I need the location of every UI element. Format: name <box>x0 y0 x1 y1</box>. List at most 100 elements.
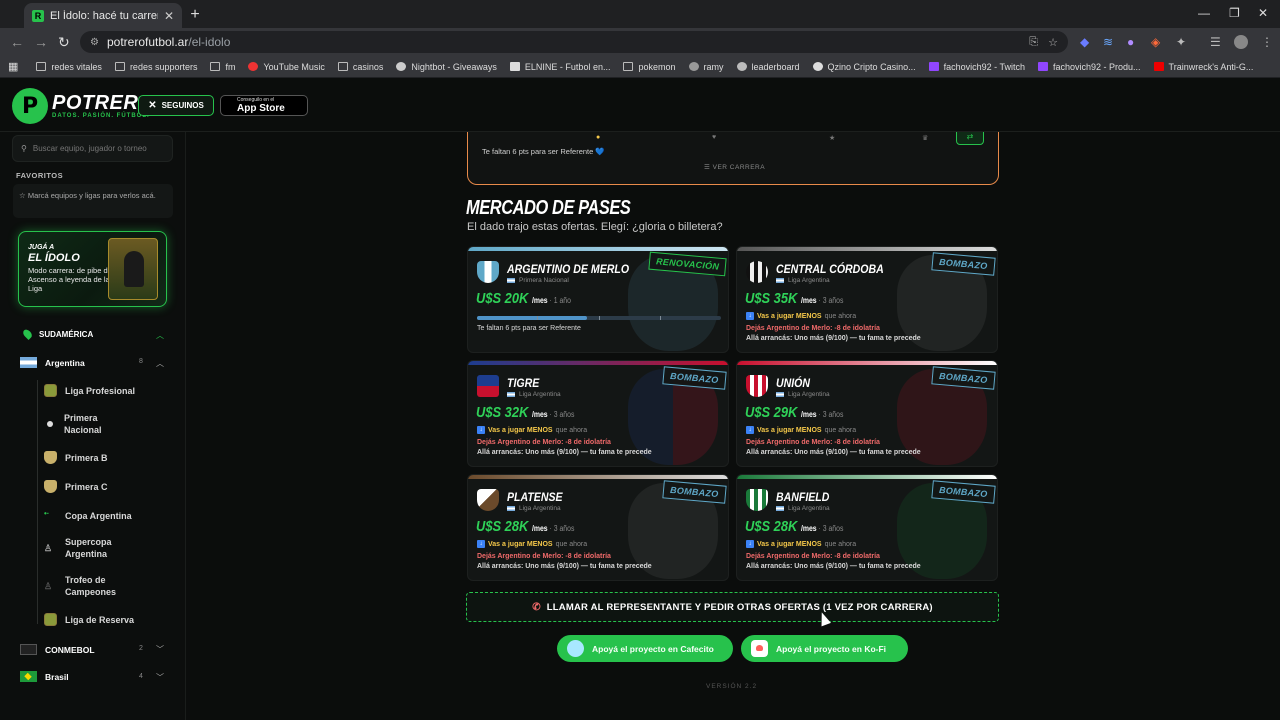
region-sudamerica[interactable]: SUDAMÉRICA <box>21 327 93 341</box>
extension-shield-icon[interactable]: ◆ <box>1080 35 1089 49</box>
sidebar-item-primera-nacional[interactable]: Primera Nacional <box>44 412 124 436</box>
sidebar-item-liga-profesional[interactable]: Liga Profesional <box>44 384 135 397</box>
start-status: Allá arrancás: Uno más (9/100) — tu fama… <box>477 563 652 570</box>
club-league: Liga Argentina <box>507 391 561 398</box>
apps-grid-icon[interactable]: ▦ <box>8 60 18 73</box>
folder-icon <box>337 62 348 71</box>
potrero-logo-icon[interactable]: P <box>12 88 48 124</box>
start-status: Allá arrancás: Uno más (9/100) — tu fama… <box>477 449 652 456</box>
club-league: Primera Nacional <box>507 277 569 284</box>
star-icon: ☆ <box>19 191 26 200</box>
sidebar-item-trofeo-campeones[interactable]: ♙ Trofeo de Campeones <box>44 574 135 598</box>
country-brasil[interactable]: Brasil <box>20 671 69 682</box>
progress-tick <box>599 316 600 320</box>
playtime-note: ↓ Vas a jugar MENOS que ahora <box>477 426 587 434</box>
call-agent-button[interactable]: ✆ LLAMAR AL REPRESENTANTE Y PEDIR OTRAS … <box>466 592 999 622</box>
offer-card[interactable]: PLATENSE Liga Argentina U$S 28K /mes · 3… <box>467 474 729 581</box>
card-topline <box>737 475 997 479</box>
cafecito-button[interactable]: Apoyá el proyecto en Cafecito <box>557 635 733 662</box>
bookmark-star-icon[interactable]: ☆ <box>1048 36 1058 49</box>
referente-progress-bar <box>477 316 721 320</box>
region-conmebol[interactable]: CONMEBOL <box>20 644 95 655</box>
chevron-up-icon[interactable]: ︿ <box>156 358 164 369</box>
offer-card[interactable]: UNIÓN Liga Argentina U$S 29K /mes · 3 añ… <box>736 360 998 467</box>
el-idolo-promo[interactable]: JUGÁ A EL ÍDOLO Modo carrera: de pibe de… <box>18 231 167 307</box>
browser-tab[interactable]: R El Ídolo: hacé tu carrera en la Li... … <box>24 3 182 28</box>
bookmark-item[interactable]: casinos <box>337 62 383 72</box>
extensions-puzzle-icon[interactable]: ✦ <box>1176 35 1186 49</box>
bookmark-item[interactable]: fm <box>210 62 235 72</box>
chevron-down-icon[interactable]: ﹀ <box>156 672 164 683</box>
start-status: Allá arrancás: Uno más (9/100) — tu fama… <box>746 563 921 570</box>
card-topline <box>737 247 997 251</box>
version-label: VERSIÓN 2.2 <box>706 683 758 690</box>
media-icon[interactable]: ☰ <box>1210 35 1221 49</box>
extension-fox-icon[interactable]: ◈ <box>1151 35 1160 49</box>
back-icon[interactable]: ← <box>10 34 24 50</box>
youtube-music-icon <box>248 62 259 71</box>
crown-icon: ♛ <box>922 135 929 142</box>
bookmark-item[interactable]: fachovich92 - Twitch <box>928 62 1025 72</box>
new-tab-button[interactable]: + <box>186 6 204 24</box>
bookmark-item[interactable]: ELNINE - Futbol en... <box>509 62 610 72</box>
chevron-up-icon[interactable]: ︿ <box>156 330 164 341</box>
country-argentina[interactable]: Argentina <box>20 357 85 368</box>
bookmark-item[interactable]: fachovich92 - Produ... <box>1037 62 1141 72</box>
minimize-icon[interactable]: — <box>1198 6 1210 20</box>
folder-icon <box>114 62 125 71</box>
sidebar-item-copa-argentina[interactable]: •· Copa Argentina <box>44 509 132 522</box>
bookmark-item[interactable]: pokemon <box>623 62 676 72</box>
bookmark-item[interactable]: redes vitales <box>36 62 102 72</box>
browser-toolbar: ← → ↻ ⚙ potrerofutbol.ar/el-idolo ⎘ ☆ ◆ … <box>0 28 1280 56</box>
install-icon[interactable]: ⎘ <box>1029 36 1038 49</box>
reload-icon[interactable]: ↻ <box>58 34 70 51</box>
salary: U$S 28K /mes · 3 años <box>745 518 844 535</box>
chevron-down-icon[interactable]: ﹀ <box>156 644 164 655</box>
address-bar[interactable]: ⚙ potrerofutbol.ar/el-idolo ⎘ ☆ <box>80 31 1068 53</box>
info-icon: ↓ <box>477 540 485 548</box>
phone-icon: ✆ <box>532 601 541 613</box>
search-box[interactable]: ⚲ <box>12 135 173 162</box>
app-store-button[interactable]: Conseguilo en el App Store <box>220 95 308 116</box>
sidebar-item-primera-c[interactable]: Primera C <box>44 480 108 493</box>
profile-avatar[interactable] <box>1234 35 1248 49</box>
offer-card[interactable]: CENTRAL CÓRDOBA Liga Argentina U$S 35K /… <box>736 246 998 353</box>
sidebar-item-liga-reserva[interactable]: Liga de Reserva <box>44 613 134 626</box>
progress-label: Te faltan 6 pts para ser Referente <box>477 325 581 332</box>
close-tab-icon[interactable]: ✕ <box>164 9 174 23</box>
search-icon: ⚲ <box>21 144 27 153</box>
tab-title: El Ídolo: hacé tu carrera en la Li... <box>50 9 158 22</box>
folder-icon <box>623 62 634 71</box>
info-icon: ↓ <box>746 540 754 548</box>
offer-card[interactable]: TIGRE Liga Argentina U$S 32K /mes · 3 añ… <box>467 360 729 467</box>
conmebol-count: 2 <box>139 645 143 652</box>
maximize-icon[interactable]: ❐ <box>1229 6 1240 20</box>
bookmark-item[interactable]: leaderboard <box>736 62 800 72</box>
sidebar-item-supercopa[interactable]: ♙ Supercopa Argentina <box>44 536 135 560</box>
career-action-button[interactable]: ⇄ <box>956 132 984 145</box>
search-input[interactable] <box>32 144 163 153</box>
close-window-icon[interactable]: ✕ <box>1258 6 1268 20</box>
menu-kebab-icon[interactable]: ⋮ <box>1261 35 1273 49</box>
follow-x-button[interactable]: ✕ SEGUINOS <box>138 95 214 116</box>
bookmark-item[interactable]: YouTube Music <box>248 62 325 72</box>
sidebar-item-primera-b[interactable]: Primera B <box>44 451 108 464</box>
kofi-button[interactable]: Apoyá el proyecto en Ko-Fi <box>741 635 908 662</box>
central-cordoba-crest-icon <box>746 261 768 283</box>
site-info-icon[interactable]: ⚙ <box>90 37 99 48</box>
bookmark-item[interactable]: ramy <box>688 62 724 72</box>
bookmark-item[interactable]: redes supporters <box>114 62 197 72</box>
bookmark-item[interactable]: Nightbot - Giveaways <box>396 62 497 72</box>
card-topline <box>468 247 728 251</box>
extension-twitch-icon[interactable]: ● <box>1127 35 1134 49</box>
bookmark-item[interactable]: Qzino Cripto Casino... <box>812 62 916 72</box>
primera-c-icon <box>44 480 57 493</box>
extension-wave-icon[interactable]: ≋ <box>1103 35 1113 49</box>
offer-card[interactable]: BANFIELD Liga Argentina U$S 28K /mes · 3… <box>736 474 998 581</box>
forward-icon[interactable]: → <box>34 34 48 50</box>
bookmark-item[interactable]: Trainwreck's Anti-G... <box>1153 62 1253 72</box>
see-career-link[interactable]: ☰ VER CARRERA <box>704 163 765 171</box>
argentina-flag-icon <box>507 392 515 397</box>
offer-card[interactable]: ARGENTINO DE MERLO Primera Nacional U$S … <box>467 246 729 353</box>
market-title: MERCADO DE PASES <box>466 197 631 219</box>
